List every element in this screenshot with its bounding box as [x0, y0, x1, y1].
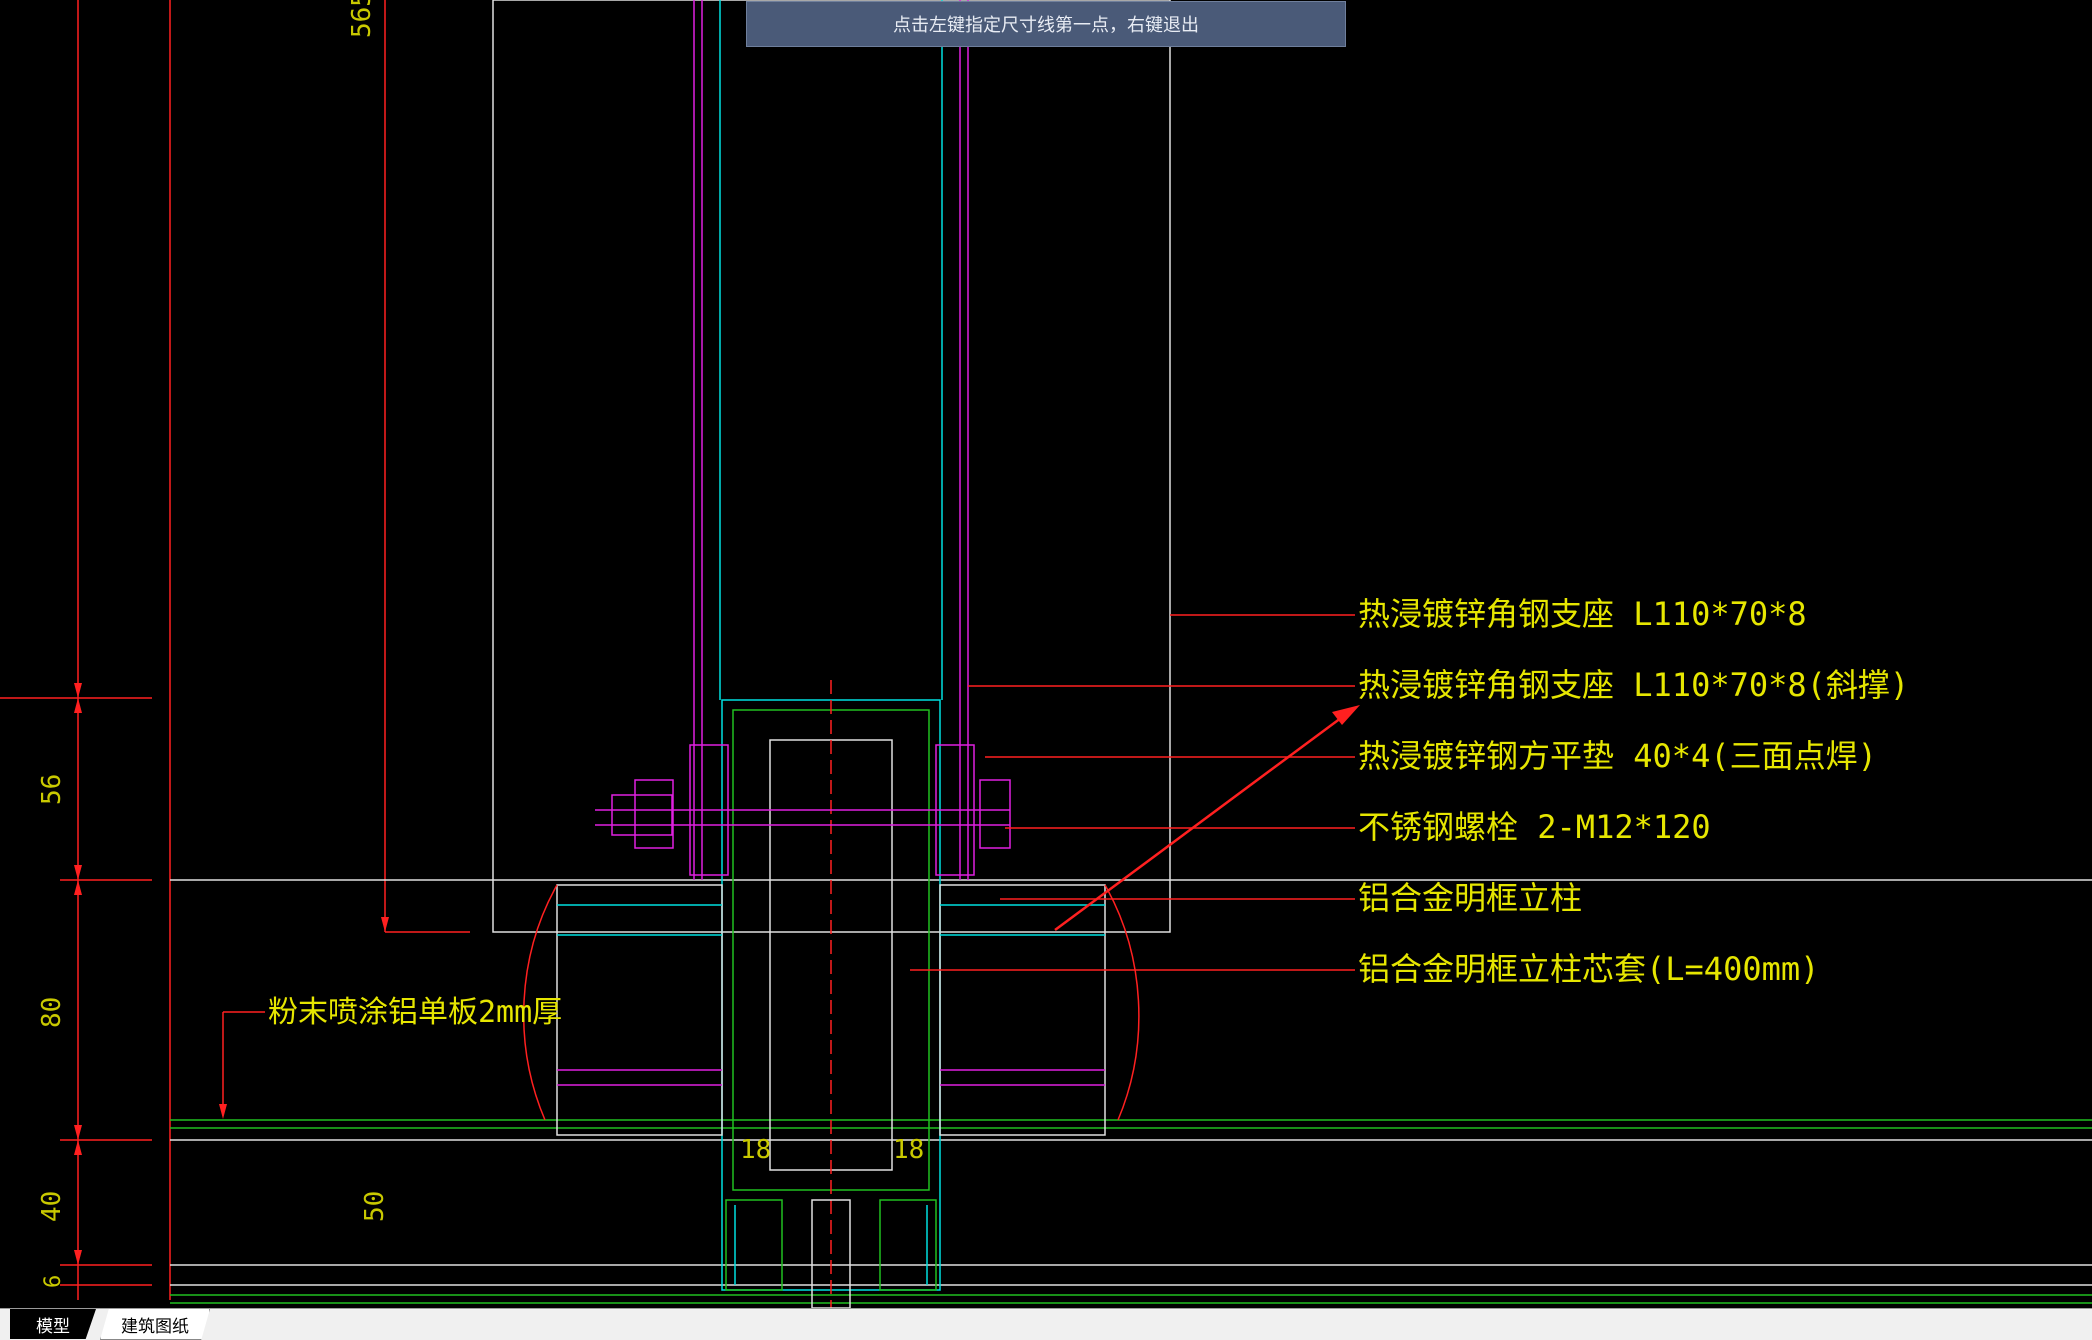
leader-lines: [222, 614, 1355, 1115]
annotations: 热浸镀锌角钢支座 L110*70*8 热浸镀锌角钢支座 L110*70*8(斜撑…: [268, 595, 1909, 1030]
annotation-aluminum-panel: 粉末喷涂铝单板2mm厚: [268, 995, 562, 1030]
dim-565: 565: [347, 0, 377, 38]
command-tooltip: 点击左键指定尺寸线第一点，右键退出: [746, 1, 1346, 47]
annotation-angle-brace: 热浸镀锌角钢支座 L110*70*8(斜撑): [1358, 666, 1909, 704]
dim-56: 56: [37, 774, 67, 805]
dim-40: 40: [37, 1191, 67, 1222]
dim-80: 80: [37, 997, 67, 1028]
cad-drawing[interactable]: 热浸镀锌角钢支座 L110*70*8 热浸镀锌角钢支座 L110*70*8(斜撑…: [0, 0, 2092, 1308]
annotation-square-washer: 热浸镀锌钢方平垫 40*4(三面点焊): [1358, 737, 1877, 775]
dim-6: 6: [41, 1275, 66, 1288]
left-dimension-chain: [0, 0, 470, 1300]
tab-model[interactable]: 模型: [10, 1309, 96, 1339]
annotation-mullion-sleeve: 铝合金明框立柱芯套(L=400mm): [1358, 950, 1819, 988]
annotation-angle-bracket: 热浸镀锌角钢支座 L110*70*8: [1358, 595, 1807, 633]
dimension-arrows: [74, 683, 389, 1265]
stainless-bolt: [595, 744, 1011, 876]
dim-18-right: 18: [893, 1135, 924, 1165]
floor-lines: [170, 879, 2092, 1304]
annotation-bolt: 不锈钢螺栓 2-M12*120: [1358, 808, 1711, 846]
dim-50: 50: [360, 1191, 390, 1222]
dim-18-left: 18: [740, 1135, 771, 1165]
layout-tab-bar: 模型 建筑图纸: [0, 1308, 2092, 1340]
drawing-canvas[interactable]: 热浸镀锌角钢支座 L110*70*8 热浸镀锌角钢支座 L110*70*8(斜撑…: [0, 0, 2092, 1308]
tab-architecture-drawing[interactable]: 建筑图纸: [100, 1309, 210, 1340]
annotation-mullion: 铝合金明框立柱: [1358, 879, 1582, 917]
aluminum-mullion: [721, 680, 941, 1308]
